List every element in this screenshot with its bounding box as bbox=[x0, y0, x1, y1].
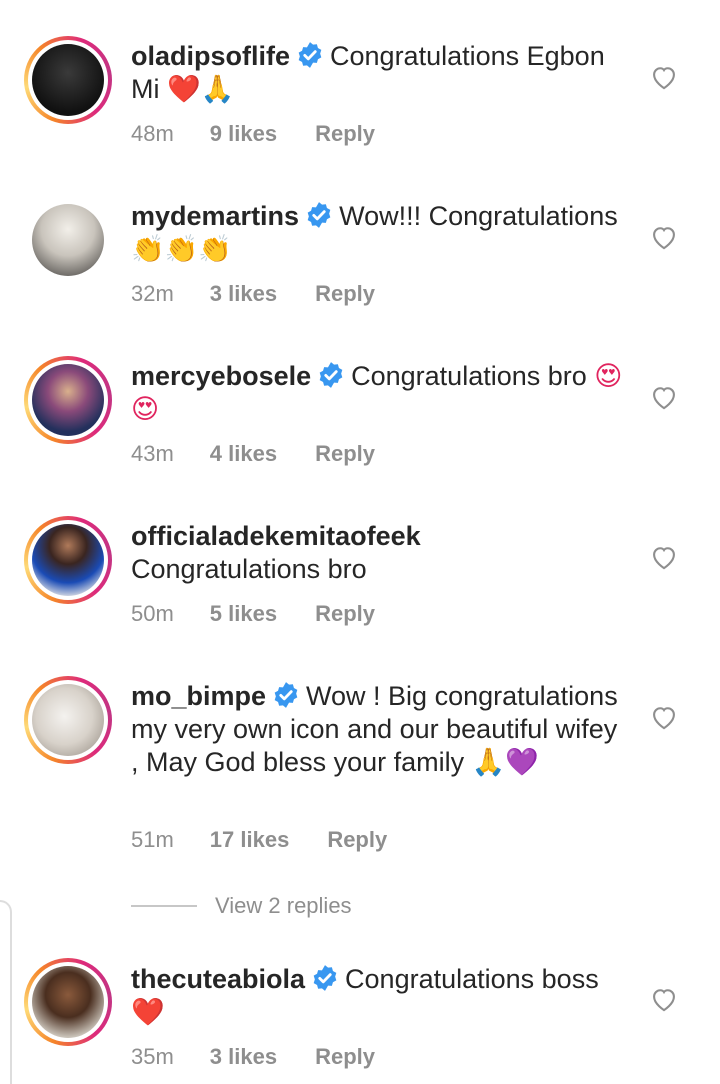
comment-text: Congratulations bro bbox=[131, 554, 367, 584]
verified-badge-icon bbox=[319, 362, 343, 388]
verified-badge-icon bbox=[307, 202, 331, 228]
comments-list: oladipsoflife Congratulations Egbon Mi ❤️… bbox=[0, 0, 720, 1084]
avatar-story-ring[interactable] bbox=[24, 356, 112, 444]
reply-button[interactable]: Reply bbox=[315, 121, 375, 147]
comment-username[interactable]: oladipsoflife bbox=[131, 41, 290, 71]
comment-likes-count[interactable]: 3 likes bbox=[210, 1044, 277, 1070]
view-replies-button[interactable]: View 2 replies bbox=[131, 893, 352, 923]
comment-username[interactable]: mo_bimpe bbox=[131, 681, 266, 711]
heart-outline-icon[interactable] bbox=[650, 64, 678, 90]
verified-badge-icon bbox=[274, 682, 298, 708]
reply-button[interactable]: Reply bbox=[315, 441, 375, 467]
avatar bbox=[32, 364, 104, 436]
comment-likes-count[interactable]: 9 likes bbox=[210, 121, 277, 147]
verified-badge-icon bbox=[298, 42, 322, 68]
comment-likes-count[interactable]: 4 likes bbox=[210, 441, 277, 467]
comment-timestamp: 35m bbox=[131, 1044, 174, 1069]
avatar-story-ring[interactable] bbox=[24, 676, 112, 764]
avatar-story-ring[interactable] bbox=[24, 958, 112, 1046]
comment-emoji: 👏👏👏 bbox=[131, 234, 232, 265]
avatar bbox=[32, 684, 104, 756]
comment-username[interactable]: mydemartins bbox=[131, 201, 299, 231]
comment-timestamp: 51m bbox=[131, 827, 174, 852]
comment-timestamp: 48m bbox=[131, 121, 174, 146]
comment-likes-count[interactable]: 17 likes bbox=[210, 827, 290, 853]
comment-emoji: ❤️ bbox=[131, 997, 165, 1028]
reply-button[interactable]: Reply bbox=[327, 827, 387, 853]
comment-text: Congratulations boss bbox=[345, 964, 599, 994]
avatar-story-ring[interactable] bbox=[24, 36, 112, 124]
comment-timestamp: 32m bbox=[131, 281, 174, 306]
heart-outline-icon[interactable] bbox=[650, 986, 678, 1012]
comment-emoji: ❤️🙏 bbox=[167, 74, 235, 105]
avatar-image bbox=[32, 204, 104, 276]
comment-timestamp: 50m bbox=[131, 601, 174, 626]
avatar-story-ring[interactable] bbox=[24, 516, 112, 604]
replies-divider-line bbox=[131, 905, 197, 907]
view-replies-label: View 2 replies bbox=[215, 893, 352, 918]
avatar bbox=[32, 44, 104, 116]
heart-outline-icon[interactable] bbox=[650, 704, 678, 730]
heart-outline-icon[interactable] bbox=[650, 544, 678, 570]
comment-text: Wow!!! Congratulations bbox=[339, 201, 618, 231]
comment-username[interactable]: mercyebosele bbox=[131, 361, 311, 391]
comment-emoji: 🙏💜 bbox=[471, 747, 539, 778]
reply-button[interactable]: Reply bbox=[315, 281, 375, 307]
verified-badge-icon bbox=[313, 965, 337, 991]
comment-likes-count[interactable]: 3 likes bbox=[210, 281, 277, 307]
comment-text: Congratulations bro bbox=[351, 361, 587, 391]
reply-button[interactable]: Reply bbox=[315, 1044, 375, 1070]
comment-likes-count[interactable]: 5 likes bbox=[210, 601, 277, 627]
avatar bbox=[32, 524, 104, 596]
heart-outline-icon[interactable] bbox=[650, 224, 678, 250]
heart-outline-icon[interactable] bbox=[650, 384, 678, 410]
comment-timestamp: 43m bbox=[131, 441, 174, 466]
avatar[interactable] bbox=[24, 196, 112, 284]
avatar bbox=[32, 966, 104, 1038]
comment-username[interactable]: thecuteabiola bbox=[131, 964, 305, 994]
reply-button[interactable]: Reply bbox=[315, 601, 375, 627]
left-edge-card-outline bbox=[0, 900, 12, 1084]
comment-username[interactable]: officialadekemitaofeek bbox=[131, 521, 421, 551]
